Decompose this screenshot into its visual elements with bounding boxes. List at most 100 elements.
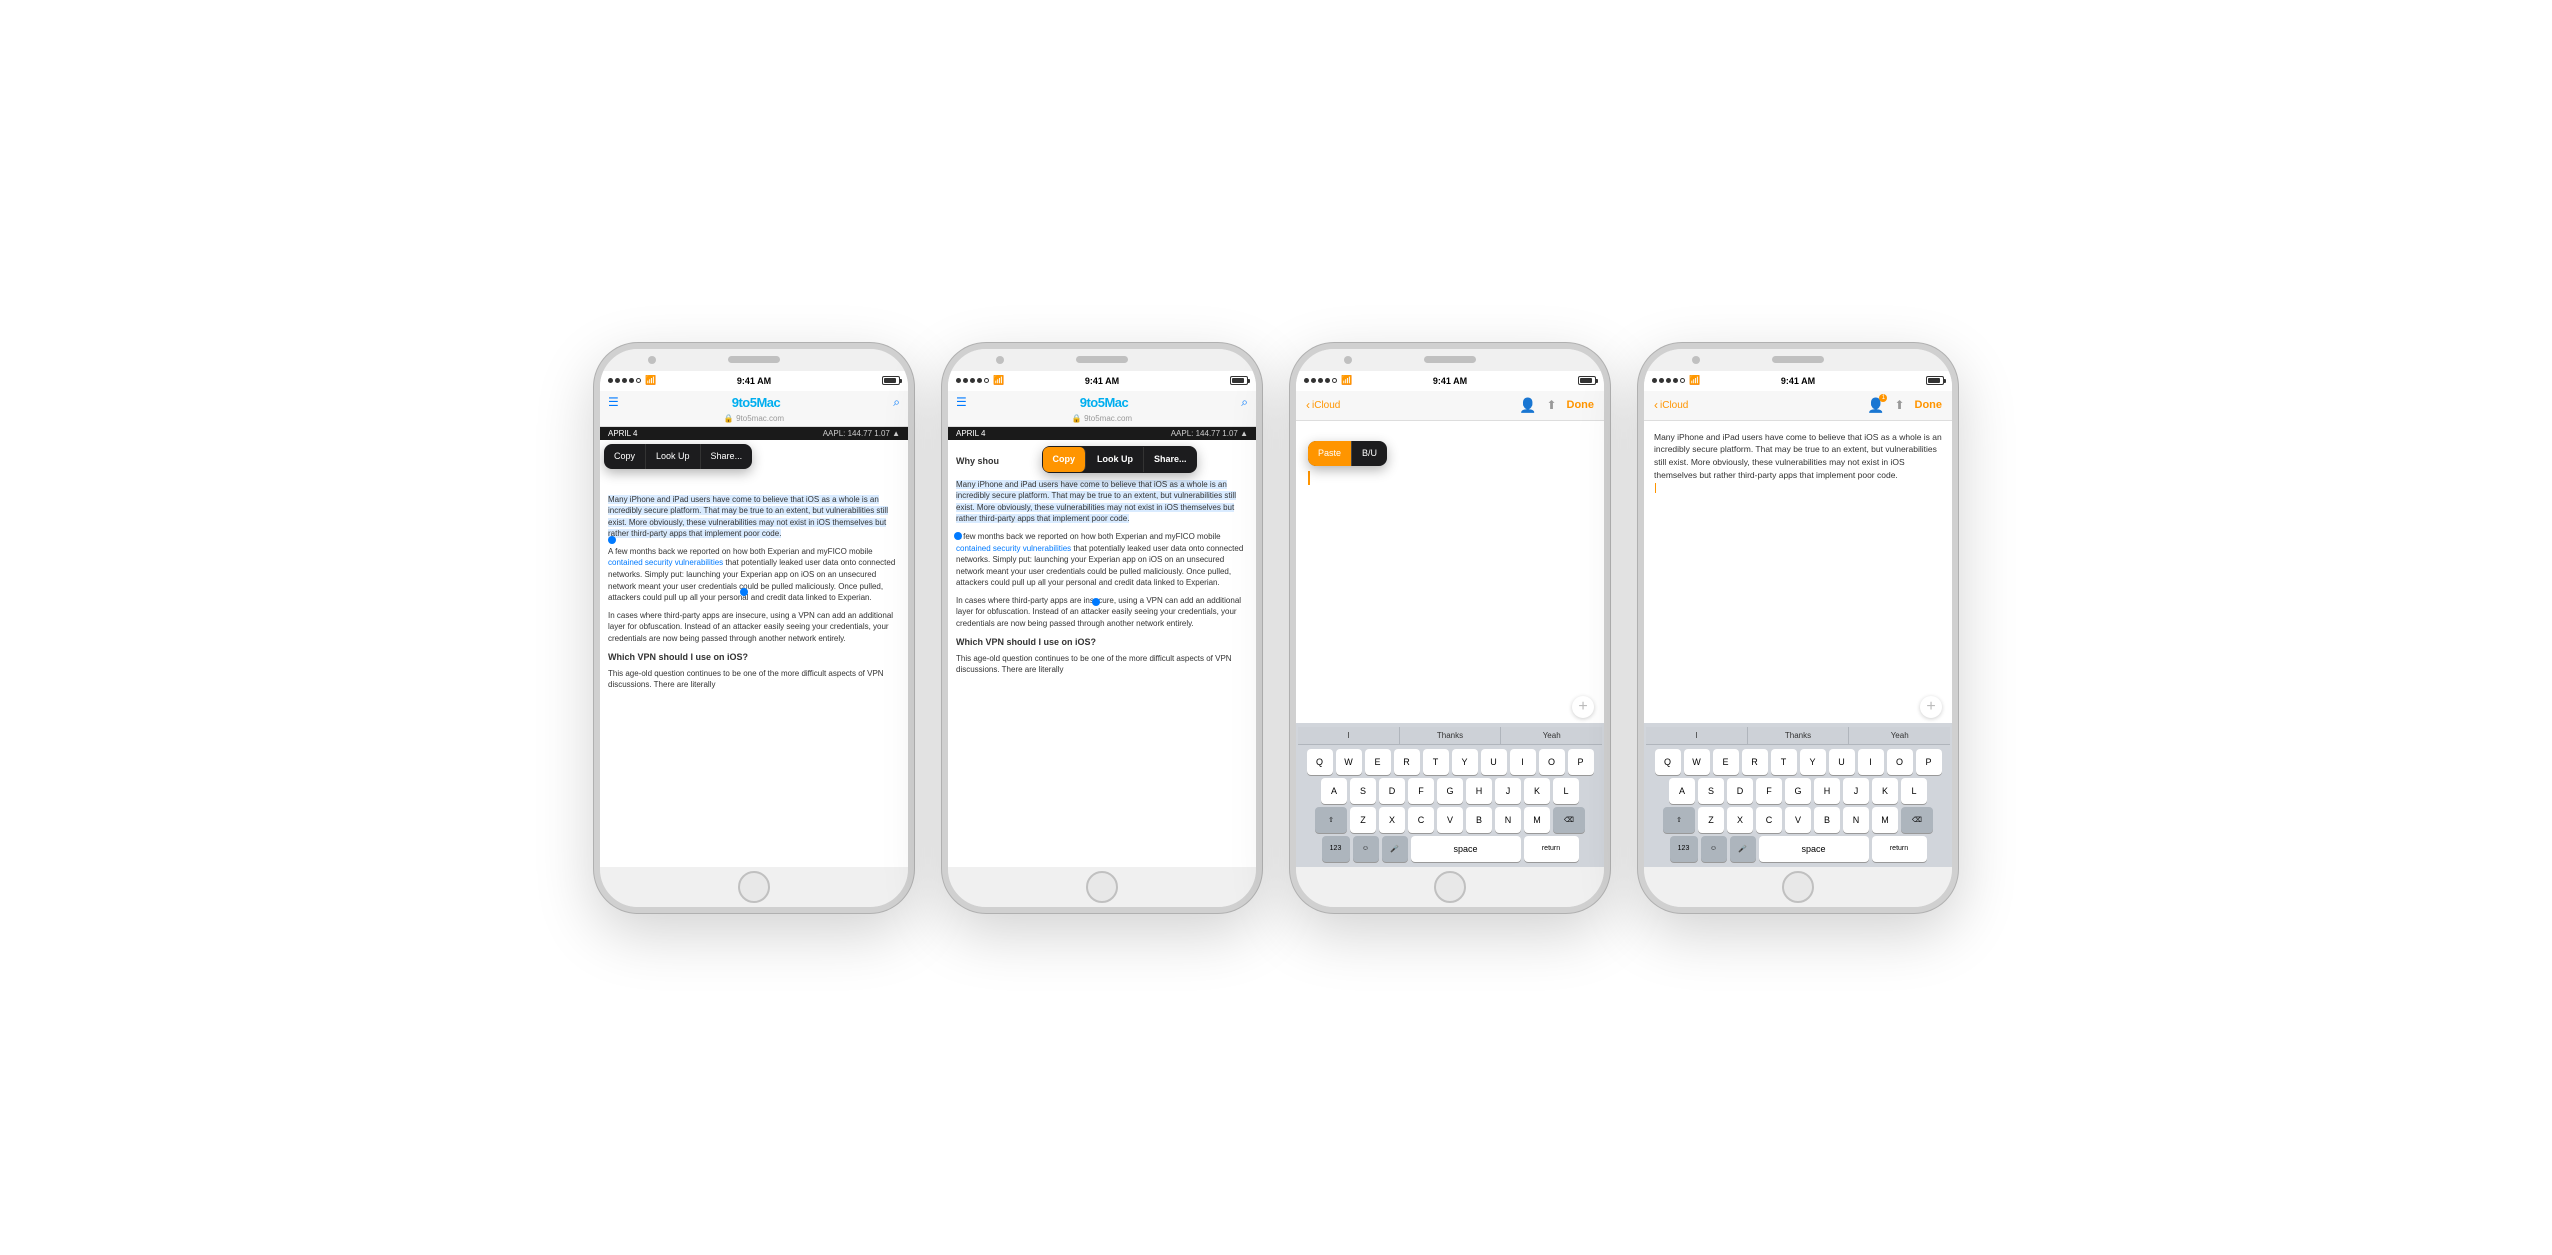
suggestion-i-4[interactable]: I [1646,727,1748,744]
article-link-2[interactable]: contained security vulnerabilities [956,544,1071,553]
key-return-4[interactable]: return [1872,836,1927,862]
key-y-4[interactable]: Y [1800,749,1826,775]
suggestion-yeah-3[interactable]: Yeah [1501,727,1602,744]
key-emoji-3[interactable]: ☺ [1353,836,1379,862]
key-n-4[interactable]: N [1843,807,1869,833]
hamburger-icon-2[interactable]: ☰ [956,395,967,409]
home-button-4[interactable] [1782,871,1814,903]
key-return-3[interactable]: return [1524,836,1579,862]
key-q-3[interactable]: Q [1307,749,1333,775]
key-l-3[interactable]: L [1553,778,1579,804]
key-123-3[interactable]: 123 [1322,836,1350,862]
lookup-button-2[interactable]: Look Up [1087,447,1144,472]
key-123-4[interactable]: 123 [1670,836,1698,862]
key-c-4[interactable]: C [1756,807,1782,833]
key-x-4[interactable]: X [1727,807,1753,833]
key-space-3[interactable]: space [1411,836,1521,862]
key-a-4[interactable]: A [1669,778,1695,804]
key-t-4[interactable]: T [1771,749,1797,775]
key-shift-3[interactable]: ⇧ [1315,807,1347,833]
suggestion-yeah-4[interactable]: Yeah [1849,727,1950,744]
key-w-3[interactable]: W [1336,749,1362,775]
share-button-1[interactable]: Share... [701,444,753,469]
key-m-3[interactable]: M [1524,807,1550,833]
done-button-4[interactable]: Done [1915,399,1943,411]
paste-button-3[interactable]: Paste [1308,441,1352,467]
key-v-4[interactable]: V [1785,807,1811,833]
key-x-3[interactable]: X [1379,807,1405,833]
add-button-3[interactable]: + [1572,696,1594,718]
wifi-icon-2: 📶 [993,375,1004,386]
article-link-1[interactable]: contained security vulnerabilities [608,558,723,567]
key-d-4[interactable]: D [1727,778,1753,804]
notes-content-3[interactable]: Paste B/U [1296,421,1604,723]
key-s-4[interactable]: S [1698,778,1724,804]
done-button-3[interactable]: Done [1567,399,1595,411]
copy-button-1[interactable]: Copy [604,444,646,469]
suggestion-thanks-4[interactable]: Thanks [1748,727,1850,744]
notes-content-4[interactable]: Many iPhone and iPad users have come to … [1644,421,1952,723]
key-p-4[interactable]: P [1916,749,1942,775]
key-l-4[interactable]: L [1901,778,1927,804]
search-icon-1[interactable]: ⌕ [893,395,900,410]
key-i-3[interactable]: I [1510,749,1536,775]
pasted-text-4: Many iPhone and iPad users have come to … [1654,431,1942,482]
key-z-3[interactable]: Z [1350,807,1376,833]
home-button-3[interactable] [1434,871,1466,903]
key-a-3[interactable]: A [1321,778,1347,804]
key-j-3[interactable]: J [1495,778,1521,804]
suggestion-i-3[interactable]: I [1298,727,1400,744]
notes-back-3[interactable]: ‹ iCloud [1306,398,1340,412]
key-v-3[interactable]: V [1437,807,1463,833]
key-i-4[interactable]: I [1858,749,1884,775]
key-s-3[interactable]: S [1350,778,1376,804]
key-r-3[interactable]: R [1394,749,1420,775]
key-p-3[interactable]: P [1568,749,1594,775]
key-o-3[interactable]: O [1539,749,1565,775]
home-button-2[interactable] [1086,871,1118,903]
key-c-3[interactable]: C [1408,807,1434,833]
key-space-4[interactable]: space [1759,836,1869,862]
key-r-4[interactable]: R [1742,749,1768,775]
key-b-3[interactable]: B [1466,807,1492,833]
key-d-3[interactable]: D [1379,778,1405,804]
home-button-1[interactable] [738,871,770,903]
key-w-4[interactable]: W [1684,749,1710,775]
key-b-4[interactable]: B [1814,807,1840,833]
add-button-4[interactable]: + [1920,696,1942,718]
share-button-2[interactable]: Share... [1144,447,1197,472]
key-g-4[interactable]: G [1785,778,1811,804]
key-mic-3[interactable]: 🎤 [1382,836,1408,862]
bu-button-3[interactable]: B/U [1352,441,1387,467]
copy-button-2[interactable]: Copy [1043,447,1087,472]
key-k-3[interactable]: K [1524,778,1550,804]
lookup-button-1[interactable]: Look Up [646,444,701,469]
key-o-4[interactable]: O [1887,749,1913,775]
key-delete-4[interactable]: ⌫ [1901,807,1933,833]
key-z-4[interactable]: Z [1698,807,1724,833]
key-u-3[interactable]: U [1481,749,1507,775]
key-e-3[interactable]: E [1365,749,1391,775]
key-t-3[interactable]: T [1423,749,1449,775]
key-h-3[interactable]: H [1466,778,1492,804]
key-emoji-4[interactable]: ☺ [1701,836,1727,862]
key-u-4[interactable]: U [1829,749,1855,775]
key-j-4[interactable]: J [1843,778,1869,804]
key-mic-4[interactable]: 🎤 [1730,836,1756,862]
key-e-4[interactable]: E [1713,749,1739,775]
key-delete-3[interactable]: ⌫ [1553,807,1585,833]
key-k-4[interactable]: K [1872,778,1898,804]
key-q-4[interactable]: Q [1655,749,1681,775]
key-n-3[interactable]: N [1495,807,1521,833]
key-g-3[interactable]: G [1437,778,1463,804]
key-f-4[interactable]: F [1756,778,1782,804]
key-f-3[interactable]: F [1408,778,1434,804]
notes-back-4[interactable]: ‹ iCloud [1654,398,1688,412]
key-m-4[interactable]: M [1872,807,1898,833]
key-h-4[interactable]: H [1814,778,1840,804]
search-icon-2[interactable]: ⌕ [1241,395,1248,410]
key-y-3[interactable]: Y [1452,749,1478,775]
hamburger-icon-1[interactable]: ☰ [608,395,619,409]
key-shift-4[interactable]: ⇧ [1663,807,1695,833]
suggestion-thanks-3[interactable]: Thanks [1400,727,1502,744]
